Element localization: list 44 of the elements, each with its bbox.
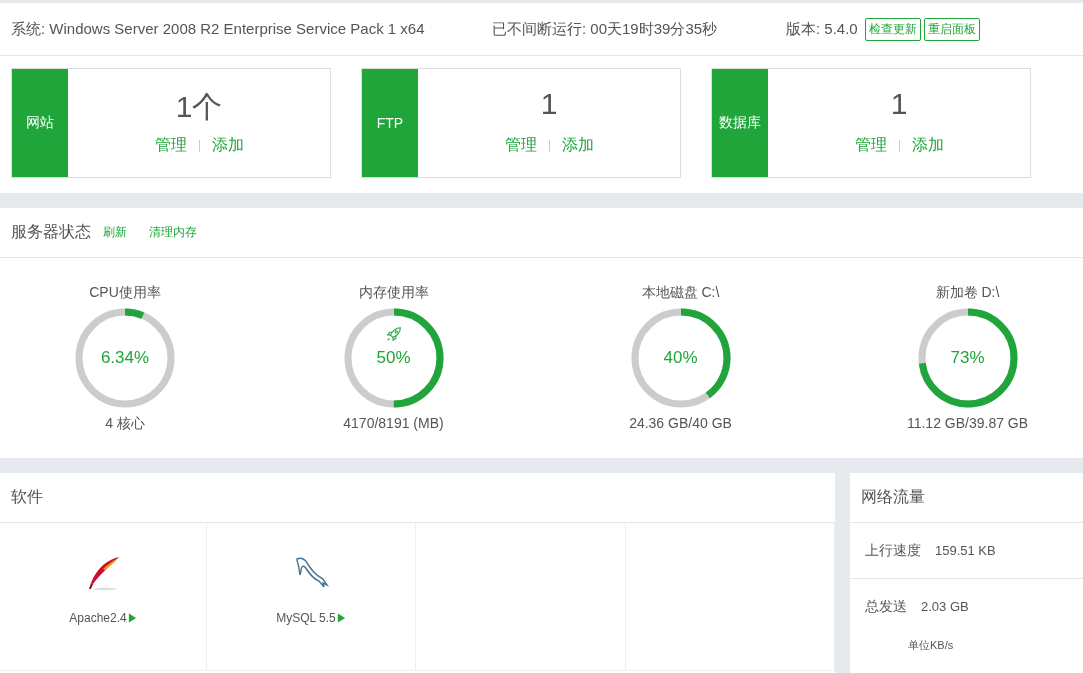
card-label: FTP — [362, 69, 418, 177]
gauge-detail: 11.12 GB/39.87 GB — [906, 415, 1029, 431]
panel-title: 网络流量 — [861, 487, 925, 507]
network-label: 总发送 — [865, 597, 907, 616]
card-count: 1 — [890, 87, 908, 122]
software-link[interactable]: Apache2.4 — [69, 611, 137, 625]
gauge-title: 内存使用率 — [358, 284, 429, 302]
play-icon — [127, 613, 137, 623]
card-link[interactable]: 添加 — [211, 135, 244, 156]
gauge-reading: 73% — [949, 348, 986, 368]
status-action-link[interactable]: 清理内存 — [149, 224, 197, 241]
panel-button[interactable]: 检查更新 — [864, 17, 921, 41]
section-title: 服务器状态 — [11, 222, 91, 242]
gauge-title: 本地磁盘 C:\ — [641, 284, 720, 302]
card-link[interactable]: 添加 — [911, 135, 944, 156]
card-label: 数据库 — [712, 69, 768, 177]
gauge-reading: 50% — [375, 348, 412, 368]
play-icon — [336, 613, 346, 623]
gauge-detail: 4 核心 — [105, 415, 145, 433]
status-action-link[interactable]: 刷新 — [103, 224, 127, 241]
gauge-detail: 4170/8191 (MB) — [343, 415, 444, 431]
gauge-reading: 6.34% — [99, 348, 151, 368]
rocket-icon — [384, 325, 403, 343]
gauge-title: 新加卷 D:\ — [935, 284, 1000, 302]
software-link[interactable]: MySQL 5.5 — [276, 611, 346, 625]
network-label: 上行速度 — [865, 541, 921, 560]
version-text: 版本: 5.4.0 — [786, 19, 858, 39]
gauge-reading: 40% — [662, 348, 699, 368]
gauge-detail: 24.36 GB/40 GB — [629, 415, 732, 431]
uptime-text: 已不间断运行: 00天19时39分35秒 — [492, 19, 719, 39]
card-count: 1 — [540, 87, 558, 122]
panel-button[interactable]: 重启面板 — [923, 17, 980, 41]
network-value: 2.03 GB — [921, 599, 969, 614]
card-link[interactable]: 管理 — [504, 135, 537, 156]
panel-title: 软件 — [11, 487, 43, 507]
network-value: 159.51 KB — [935, 543, 996, 558]
chart-unit: 单位KB/s — [907, 638, 955, 653]
card-count: 1个 — [175, 89, 223, 123]
gauge-title: CPU使用率 — [89, 284, 161, 302]
card-link[interactable]: 管理 — [854, 135, 887, 156]
card-link[interactable]: 添加 — [561, 135, 594, 156]
card-label: 网站 — [12, 69, 68, 177]
card-link[interactable]: 管理 — [154, 135, 187, 156]
system-info: 系统: Windows Server 2008 R2 Enterprise Service Pack 1 x64 — [11, 19, 426, 39]
